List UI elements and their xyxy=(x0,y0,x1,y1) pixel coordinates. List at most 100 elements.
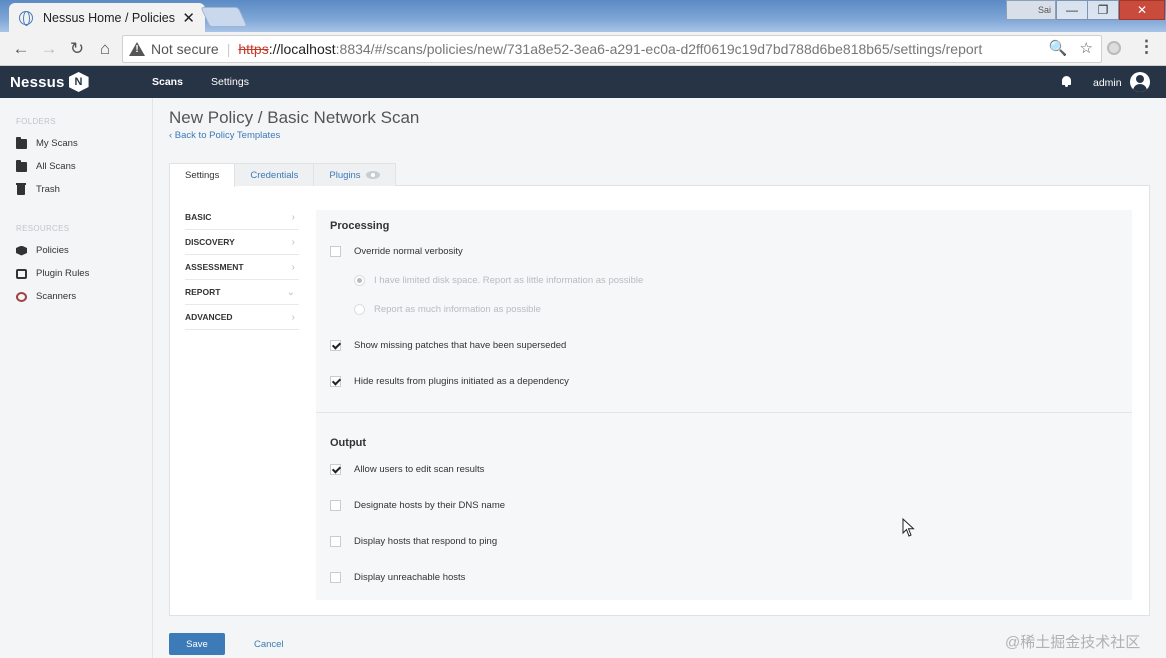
sidebar-item-scanners[interactable]: Scanners xyxy=(16,291,76,302)
zoom-icon[interactable]: 🔍 xyxy=(1049,39,1068,57)
sidebar-item-my-scans[interactable]: My Scans xyxy=(16,136,78,149)
option-label: I have limited disk space. Report as lit… xyxy=(374,275,644,286)
policy-tabs: Settings Credentials Plugins xyxy=(169,163,396,187)
back-button[interactable]: ← xyxy=(10,38,32,60)
sidebar-item-label: Plugin Rules xyxy=(36,268,90,279)
allow-edit-checkbox[interactable] xyxy=(330,464,341,475)
watermark: @稀土掘金技术社区 xyxy=(1005,634,1141,651)
extension-icon[interactable] xyxy=(1107,41,1121,55)
logo-text: Nessus xyxy=(10,73,65,91)
nav-scans[interactable]: Scans xyxy=(152,76,183,88)
back-to-templates-link[interactable]: ‹ Back to Policy Templates xyxy=(169,130,280,141)
user-name[interactable]: admin xyxy=(1093,77,1122,89)
tab-plugins[interactable]: Plugins xyxy=(313,163,396,186)
unreachable-option[interactable]: Display unreachable hosts xyxy=(330,572,465,583)
allow-edit-option[interactable]: Allow users to edit scan results xyxy=(330,464,484,475)
tab-close-icon[interactable]: ✕ xyxy=(182,9,195,27)
section-label: DISCOVERY xyxy=(185,237,235,247)
section-discovery[interactable]: DISCOVERY › xyxy=(185,230,299,255)
tab-title: Nessus Home / Policies / xyxy=(43,10,177,25)
dns-name-option[interactable]: Designate hosts by their DNS name xyxy=(330,500,505,511)
logo-badge-icon: N xyxy=(68,72,89,92)
url-field[interactable]: Not secure | https://localhost:8834/#/sc… xyxy=(122,35,1102,63)
sidebar-item-label: Trash xyxy=(36,184,60,195)
section-label: ASSESSMENT xyxy=(185,262,244,272)
scanner-icon xyxy=(16,291,27,302)
dns-name-checkbox[interactable] xyxy=(330,500,341,511)
profile-button[interactable]: Sai xyxy=(1006,0,1056,20)
bell-icon[interactable] xyxy=(1061,76,1072,88)
close-window-button[interactable]: ✕ xyxy=(1119,0,1165,20)
sidebar: FOLDERS My Scans All Scans Trash RESOURC… xyxy=(0,98,153,658)
limited-disk-radio[interactable] xyxy=(354,275,365,286)
tab-settings[interactable]: Settings xyxy=(169,163,236,187)
folder-icon xyxy=(16,136,27,149)
show-missing-patches-checkbox[interactable] xyxy=(330,340,341,351)
sidebar-item-trash[interactable]: Trash xyxy=(16,182,60,195)
limited-disk-option[interactable]: I have limited disk space. Report as lit… xyxy=(354,275,643,286)
home-button[interactable]: ⌂ xyxy=(94,38,116,60)
minimize-button[interactable]: — xyxy=(1056,0,1088,20)
sidebar-item-label: My Scans xyxy=(36,138,78,149)
respond-ping-checkbox[interactable] xyxy=(330,536,341,547)
much-info-radio[interactable] xyxy=(354,304,365,315)
tab-credentials[interactable]: Credentials xyxy=(234,163,315,186)
respond-ping-option[interactable]: Display hosts that respond to ping xyxy=(330,536,497,547)
unreachable-checkbox[interactable] xyxy=(330,572,341,583)
settings-section-nav: BASIC › DISCOVERY › ASSESSMENT › REPORT ⌄ AD… xyxy=(185,205,299,330)
chevron-right-icon: › xyxy=(291,236,295,248)
option-label: Show missing patches that have been supe… xyxy=(354,340,567,351)
restore-button[interactable]: ❐ xyxy=(1087,0,1119,20)
forward-button[interactable]: → xyxy=(38,38,60,60)
browser-tab[interactable]: Nessus Home / Policies / ✕ xyxy=(9,3,205,32)
save-button[interactable]: Save xyxy=(169,633,225,655)
cancel-link[interactable]: Cancel xyxy=(254,639,284,650)
option-label: Allow users to edit scan results xyxy=(354,464,485,475)
eye-icon[interactable] xyxy=(365,171,380,179)
url-scheme: https xyxy=(238,41,269,57)
trash-icon xyxy=(16,182,26,195)
plugin-rules-icon xyxy=(16,268,27,279)
sidebar-item-plugin-rules[interactable]: Plugin Rules xyxy=(16,268,89,279)
page-title: New Policy / Basic Network Scan xyxy=(169,108,420,127)
much-info-option[interactable]: Report as much information as possible xyxy=(354,304,541,315)
policy-shield-icon xyxy=(16,245,27,256)
sidebar-item-label: Scanners xyxy=(36,291,77,302)
new-tab-button[interactable] xyxy=(200,7,248,27)
option-label: Designate hosts by their DNS name xyxy=(354,500,506,511)
top-navbar: Nessus N Scans Settings admin xyxy=(0,66,1166,98)
tab-plugins-label: Plugins xyxy=(329,169,361,181)
option-label: Display unreachable hosts xyxy=(354,572,466,583)
section-report[interactable]: REPORT ⌄ xyxy=(185,280,299,305)
avatar[interactable] xyxy=(1130,72,1150,92)
override-verbosity-option[interactable]: Override normal verbosity xyxy=(330,246,463,257)
section-basic[interactable]: BASIC › xyxy=(185,205,299,230)
security-label[interactable]: Not secure xyxy=(151,41,219,57)
sidebar-item-all-scans[interactable]: All Scans xyxy=(16,159,76,172)
sidebar-item-policies[interactable]: Policies xyxy=(16,245,69,256)
globe-icon xyxy=(19,10,33,26)
section-advanced[interactable]: ADVANCED › xyxy=(185,305,299,330)
option-label: Report as much information as possible xyxy=(374,304,541,315)
sidebar-item-label: All Scans xyxy=(36,161,76,172)
url-path: :8834/#/scans/policies/new/731a8e52-3ea6… xyxy=(335,41,983,57)
browser-menu-icon[interactable]: ⋮ xyxy=(1138,37,1155,57)
nessus-logo[interactable]: Nessus N xyxy=(10,72,89,92)
override-verbosity-checkbox[interactable] xyxy=(330,246,341,257)
chevron-right-icon: › xyxy=(291,211,295,223)
reload-button[interactable]: ↻ xyxy=(66,38,88,60)
url-host: ://localhost xyxy=(268,41,336,57)
bookmark-star-icon[interactable]: ☆ xyxy=(1080,39,1093,57)
section-assessment[interactable]: ASSESSMENT › xyxy=(185,255,299,280)
output-heading: Output xyxy=(330,437,367,449)
sidebar-item-label: Policies xyxy=(36,245,69,256)
section-label: REPORT xyxy=(185,287,221,297)
warning-icon xyxy=(129,42,145,56)
nav-settings[interactable]: Settings xyxy=(211,76,249,88)
option-label: Override normal verbosity xyxy=(354,246,463,257)
chevron-right-icon: › xyxy=(291,261,295,273)
show-missing-patches-option[interactable]: Show missing patches that have been supe… xyxy=(330,340,566,351)
hide-results-checkbox[interactable] xyxy=(330,376,341,387)
folder-icon xyxy=(16,159,27,172)
hide-results-option[interactable]: Hide results from plugins initiated as a… xyxy=(330,376,569,387)
